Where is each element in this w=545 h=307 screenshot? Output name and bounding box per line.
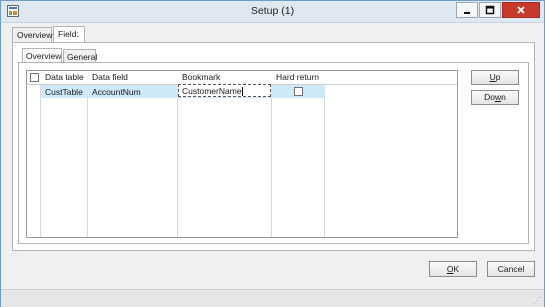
resize-grip-icon[interactable]: ⋰ [533,296,541,305]
select-all-checkbox[interactable] [30,73,39,82]
tab-overview[interactable]: Overview [12,27,52,42]
status-bar: ⋰ [1,289,544,307]
ok-button[interactable]: OK [429,261,477,277]
cancel-button[interactable]: Cancel [487,261,535,277]
cell-data-field[interactable]: AccountNum [92,87,141,97]
ok-button-label: K [453,264,460,274]
minimize-icon [464,12,470,14]
tab-field[interactable]: Field: [53,26,85,43]
header-data-table[interactable]: Data table [45,72,84,82]
down-button[interactable]: Down [471,90,519,105]
close-icon [517,6,525,14]
bookmark-value: CustomerName [182,86,242,96]
grid-header: Data table Data field Bookmark Hard retu… [27,71,457,85]
title-bar: Setup (1) [1,1,544,23]
header-data-field[interactable]: Data field [92,72,128,82]
header-bookmark[interactable]: Bookmark [182,72,220,82]
down-button-label-start: Do [484,92,495,102]
text-cursor [241,87,243,97]
cell-data-table[interactable]: CustTable [45,87,83,97]
tab-inner-general[interactable]: General [63,49,97,63]
maximize-icon [485,5,495,15]
maximize-button[interactable] [479,2,501,18]
up-button[interactable]: Up [471,70,519,85]
header-hard-return[interactable]: Hard return [276,72,319,82]
minimize-button[interactable] [456,2,478,18]
setup-window: Setup (1) Overview Field: Overview Gener… [0,0,545,307]
up-button-label: p [495,72,501,82]
close-button[interactable] [502,2,540,18]
grid-col-select [27,71,41,237]
bookmark-input[interactable]: CustomerName [178,84,271,97]
bookmark-grid[interactable]: Data table Data field Bookmark Hard retu… [26,70,458,238]
down-button-label-end: n [501,92,506,102]
hard-return-checkbox[interactable] [294,87,303,96]
